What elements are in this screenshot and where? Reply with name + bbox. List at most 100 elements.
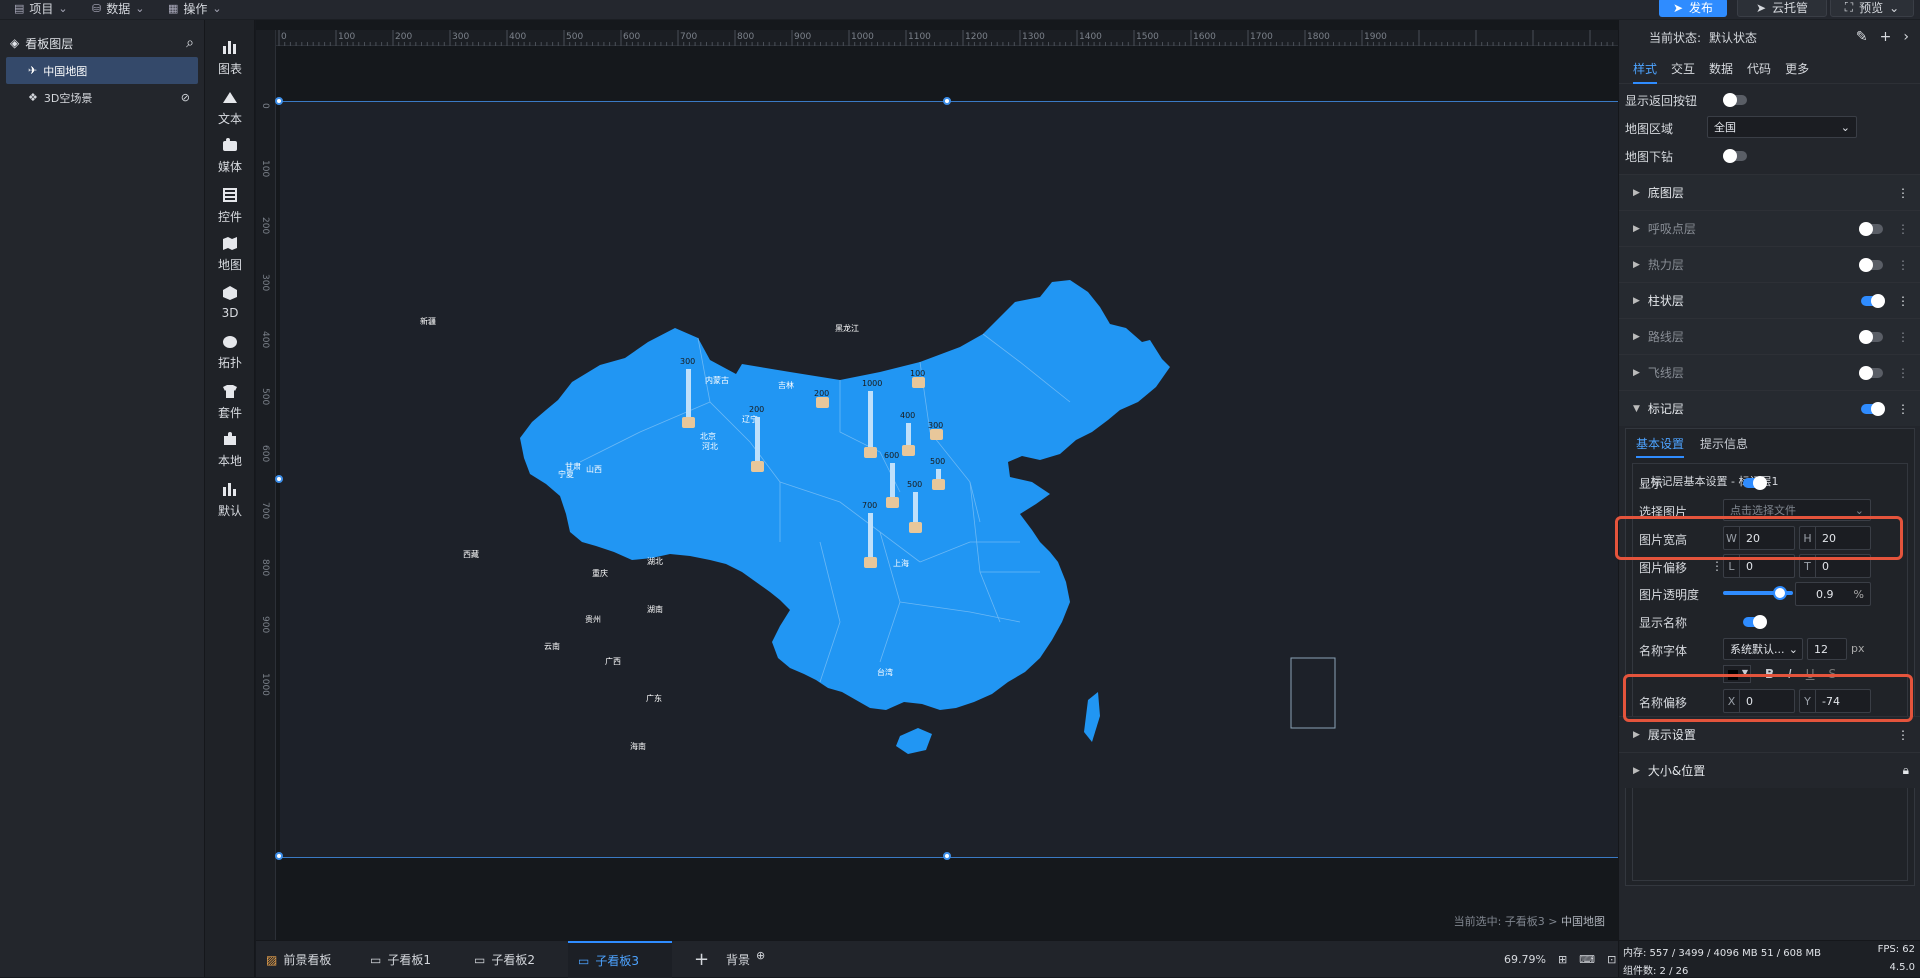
lib-widget-button[interactable]: 控件 [205,180,255,232]
more-vertical-icon[interactable]: ⋮ [1897,366,1909,380]
layer-item-china-map[interactable]: ✈ 中国地图 [6,57,198,84]
opacity-input[interactable]: 0.9% [1795,582,1871,606]
layer-item-label: 中国地图 [43,64,88,78]
chevron-right-icon: ▶ [1633,187,1640,198]
bar-value-label: 500 [930,457,946,466]
section-size-position[interactable]: ▶ 大小&位置 🔒︎ [1619,752,1920,788]
section-base-layer[interactable]: ▶ 底图层 ⋮ [1619,174,1920,210]
lib-local-button[interactable]: 本地 [205,424,255,476]
subtab-tooltip[interactable]: 提示信息 [1700,435,1748,458]
layer-toggle[interactable] [1859,221,1883,236]
map-marker[interactable] [909,522,922,533]
map-marker[interactable] [816,397,829,408]
font-family-select[interactable]: 系统默认... ⌄ [1723,638,1803,660]
more-vertical-icon[interactable]: ⋮ [1897,402,1909,416]
section-route-layer[interactable]: ▶ 路线层 ⋮ [1619,318,1920,354]
tab-code[interactable]: 代码 [1747,60,1771,77]
menu-data[interactable]: ⛁ 数据 ⌄ [92,0,144,16]
map-drill-toggle[interactable] [1723,149,1747,163]
eye-hidden-icon[interactable]: ⊘ [181,91,190,104]
layer-toggle[interactable] [1861,401,1885,416]
tab-interaction[interactable]: 交互 [1671,60,1695,77]
font-size-input[interactable]: 12 [1807,638,1847,660]
preview-label: 预览 [1859,1,1884,15]
more-vertical-icon[interactable]: ⋮ [1711,559,1723,573]
more-vertical-icon[interactable]: ⋮ [1897,186,1909,200]
layer-item-3d-scene[interactable]: ❖ 3D空场景 ⊘ [6,84,198,111]
keyboard-icon[interactable]: ⌨ [1579,953,1595,966]
section-bar-layer[interactable]: ▶ 柱状层 ⋮ [1619,282,1920,318]
province-label: 海南 [630,742,646,751]
show-back-toggle[interactable] [1723,93,1747,107]
lib-chart-button[interactable]: 图表 [205,32,255,84]
tab-sub-board-2[interactable]: ▭ 子看板2 [464,941,564,978]
tab-data[interactable]: 数据 [1709,60,1733,77]
map-marker[interactable] [682,417,695,428]
map-marker[interactable] [751,461,764,472]
publish-button[interactable]: ➤ 发布 [1659,0,1727,17]
cloud-host-button[interactable]: ➤ 云托管 [1737,0,1827,17]
bar-value-label: 600 [884,451,900,460]
add-board-button[interactable]: + [684,941,714,978]
chevron-right-icon[interactable]: › [1903,29,1909,45]
tab-sub-board-3[interactable]: ▭ 子看板3 [568,941,672,978]
layer-panel-title: 看板图层 [25,36,74,51]
lib-text-button[interactable]: 文本 [205,82,255,134]
map-marker[interactable] [932,479,945,490]
menu-project[interactable]: ▤ 项目 ⌄ [14,0,68,16]
tab-more[interactable]: 更多 [1785,60,1809,77]
opacity-slider-thumb[interactable] [1773,586,1787,600]
layer-toggle[interactable] [1859,365,1883,380]
map-marker[interactable] [886,497,899,508]
layer-toggle[interactable] [1861,293,1885,308]
lib-topology-button[interactable]: 拓扑 [205,326,255,378]
map-region-select[interactable]: 全国 ⌄ [1707,116,1857,138]
background-board-button[interactable]: 背景 ⊕ [716,941,786,978]
lib-3d-button[interactable]: 3D [205,276,255,328]
show-name-toggle[interactable] [1743,615,1767,629]
plus-icon[interactable]: + [1880,29,1892,45]
map-layer-icon: ✈ [28,64,38,77]
tab-sub-board-1[interactable]: ▭ 子看板1 [360,941,460,978]
map-marker[interactable] [912,377,925,388]
menu-operate[interactable]: ▦ 操作 ⌄ [168,0,222,16]
memory-status: 内存: 557 / 3499 / 4096 MB 51 / 608 MB [1623,948,1822,959]
fit-icon[interactable]: ⊞ [1558,953,1567,966]
section-flyline-layer[interactable]: ▶ 飞线层 ⋮ [1619,354,1920,390]
edit-icon[interactable]: ✎ [1856,29,1868,45]
map-marker[interactable] [930,429,943,440]
more-vertical-icon[interactable]: ⋮ [1897,728,1909,742]
map-marker[interactable] [864,557,877,568]
tab-foreground-board[interactable]: ▨ 前景看板 [256,941,356,978]
more-vertical-icon[interactable]: ⋮ [1897,294,1909,308]
map-marker[interactable] [864,447,877,458]
terminal-icon[interactable]: ⊡ [1607,953,1616,966]
lib-map-button[interactable]: 地图 [205,228,255,280]
map-marker[interactable] [902,445,915,456]
subtab-basic[interactable]: 基本设置 [1636,435,1685,458]
ruler-top-label: 1600 [1193,32,1216,42]
section-label: 展示设置 [1647,728,1696,742]
font-label: 名称字体 [1639,644,1688,658]
lib-suite-button[interactable]: 套件 [205,376,255,428]
board-icon: ▨ [266,952,278,967]
board-canvas[interactable]: 新疆 西藏 甘肃 内蒙古 黑龙江 吉林 辽宁 北京 河北 山西 宁夏 湖北 重庆 贵州 湖南 云南 广西 广东 台湾… [275,97,1618,860]
section-breath-layer[interactable]: ▶ 呼吸点层 ⋮ [1619,210,1920,246]
preview-button[interactable]: ⛶ 预览 ⌄ [1830,0,1914,17]
section-marker-layer[interactable]: ▼ 标记层 ⋮ [1619,390,1920,426]
state-value[interactable]: 默认状态 [1709,29,1757,46]
lib-media-button[interactable]: 媒体 [205,130,255,182]
more-vertical-icon[interactable]: ⋮ [1897,258,1909,272]
layer-toggle[interactable] [1859,329,1883,344]
search-icon[interactable]: ⌕ [186,35,194,51]
section-heat-layer[interactable]: ▶ 热力层 ⋮ [1619,246,1920,282]
layer-toggle[interactable] [1859,257,1883,272]
show-toggle[interactable] [1743,476,1767,490]
more-vertical-icon[interactable]: ⋮ [1897,330,1909,344]
lib-default-button[interactable]: 默认 [205,474,255,526]
china-map[interactable] [280,102,1618,859]
more-vertical-icon[interactable]: ⋮ [1897,222,1909,236]
font-size-unit: px [1851,642,1865,655]
lock-icon[interactable]: 🔒︎ [1903,763,1909,778]
tab-style[interactable]: 样式 [1633,60,1658,84]
